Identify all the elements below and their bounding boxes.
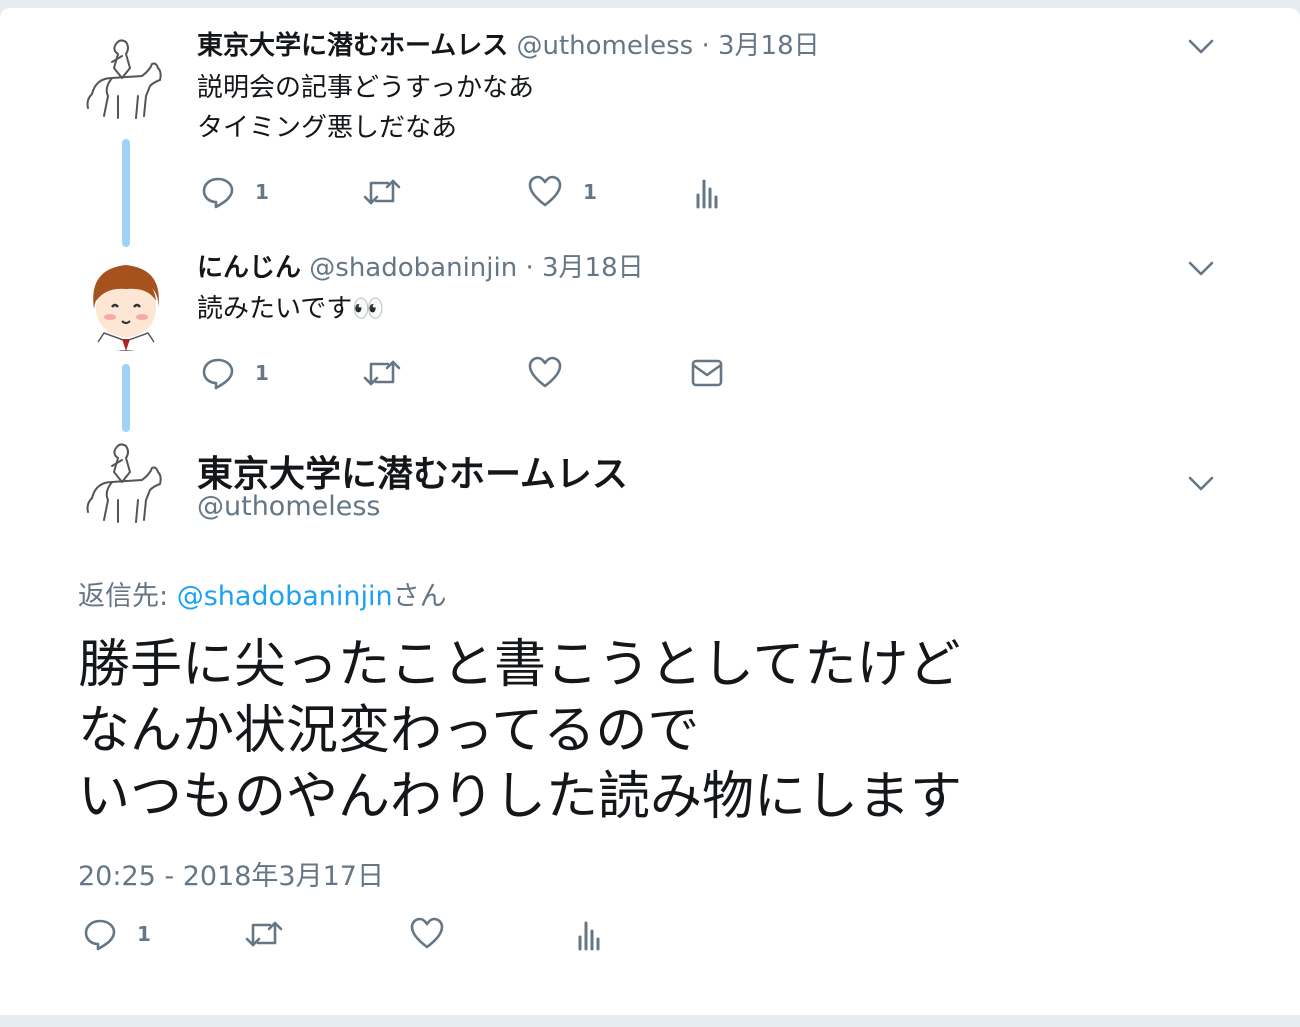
- tweet-1-date[interactable]: 3月18日: [718, 31, 820, 61]
- analytics-icon: [696, 179, 718, 209]
- main-tweet-retweet-button[interactable]: [244, 914, 284, 954]
- horse-sketch-avatar-icon[interactable]: [78, 34, 174, 130]
- tweet-2-retweet-button[interactable]: [362, 353, 402, 393]
- tweet-1-like-button[interactable]: 1: [527, 172, 597, 212]
- envelope-icon: [691, 359, 723, 387]
- tweet-1-analytics-button[interactable]: [693, 172, 721, 212]
- main-tweet-text: 勝手に尖ったこと書こうとしてたけど なんか状況変わってるので いつものやんわりし…: [78, 632, 962, 830]
- main-tweet-timestamp[interactable]: 20:25 - 2018年3月17日: [78, 854, 384, 893]
- retweet-icon: [363, 360, 401, 386]
- tweet-1-line: タイミング悪しだなあ: [197, 113, 458, 143]
- tweet-1-author-name[interactable]: 東京大学に潜むホームレス: [197, 31, 508, 61]
- retweet-icon: [245, 921, 283, 947]
- heart-icon: [410, 917, 444, 949]
- tweet-2-like-button[interactable]: [527, 353, 563, 393]
- main-tweet-like-button[interactable]: [409, 914, 445, 954]
- tweet-1-separator: ·: [701, 31, 710, 61]
- main-tweet-reply-button[interactable]: 1: [83, 914, 151, 954]
- main-tweet-analytics-button[interactable]: [575, 914, 603, 954]
- thread-connector-line: [122, 364, 130, 432]
- tweet-2-header: にんじん @shadobaninjin · 3月18日: [197, 252, 644, 284]
- tweet-2-more-chevron-down-icon[interactable]: [1187, 255, 1215, 283]
- heart-icon: [528, 356, 562, 388]
- tweet-2-direct-message-button[interactable]: [690, 353, 724, 393]
- tweet-1-more-chevron-down-icon[interactable]: [1187, 33, 1215, 61]
- reply-suffix: さん: [392, 581, 447, 612]
- tweet-2-text: 読みたいです👀: [197, 289, 385, 329]
- tweet-2-line: 読みたいです👀: [197, 294, 385, 324]
- reply-context: 返信先: @shadobaninjinさん: [78, 574, 447, 613]
- reply-to-handle-link[interactable]: @shadobaninjin: [177, 581, 393, 612]
- tweet-2-date[interactable]: 3月18日: [542, 253, 644, 283]
- tweet-1-line: 説明会の記事どうすっかなあ: [197, 73, 534, 103]
- girl-character-avatar-icon[interactable]: [78, 255, 174, 351]
- tweet-1-text: 説明会の記事どうすっかなあ タイミング悪しだなあ: [197, 68, 534, 148]
- tweet-1-reply-count: 1: [255, 180, 269, 204]
- tweet-1-reply-button[interactable]: 1: [201, 172, 269, 212]
- tweet-2-author-handle[interactable]: @shadobaninjin: [309, 253, 517, 283]
- tweet-2-author-name[interactable]: にんじん: [197, 253, 301, 283]
- horse-sketch-avatar-icon[interactable]: [78, 438, 174, 534]
- conversation-card: 東京大学に潜むホームレス @uthomeless · 3月18日 説明会の記事ど…: [0, 8, 1300, 1015]
- analytics-icon: [578, 921, 600, 951]
- main-tweet-author-name[interactable]: 東京大学に潜むホームレス: [197, 445, 628, 497]
- heart-icon: [528, 175, 562, 207]
- reply-icon: [84, 919, 116, 951]
- tweet-2-reply-button[interactable]: 1: [201, 353, 269, 393]
- main-tweet-line: 勝手に尖ったこと書こうとしてたけど: [78, 635, 961, 695]
- tweet-1-like-count: 1: [583, 180, 597, 204]
- main-tweet-author-handle[interactable]: @uthomeless: [197, 491, 381, 522]
- tweet-1-author-handle[interactable]: @uthomeless: [517, 31, 694, 61]
- tweet-2-separator: ·: [525, 253, 534, 283]
- reply-icon: [202, 358, 234, 390]
- reply-prefix: 返信先:: [78, 581, 177, 612]
- tweet-1-retweet-button[interactable]: [362, 172, 402, 212]
- retweet-icon: [363, 179, 401, 205]
- main-tweet-more-chevron-down-icon[interactable]: [1187, 470, 1215, 498]
- main-tweet-reply-count: 1: [137, 922, 151, 946]
- tweet-1-header: 東京大学に潜むホームレス @uthomeless · 3月18日: [197, 30, 820, 62]
- main-tweet-line: なんか状況変わってるので: [78, 701, 700, 761]
- main-tweet-line: いつものやんわりした読み物にします: [78, 767, 963, 827]
- tweet-2-reply-count: 1: [255, 361, 269, 385]
- thread-connector-line: [122, 139, 130, 247]
- reply-icon: [202, 177, 234, 209]
